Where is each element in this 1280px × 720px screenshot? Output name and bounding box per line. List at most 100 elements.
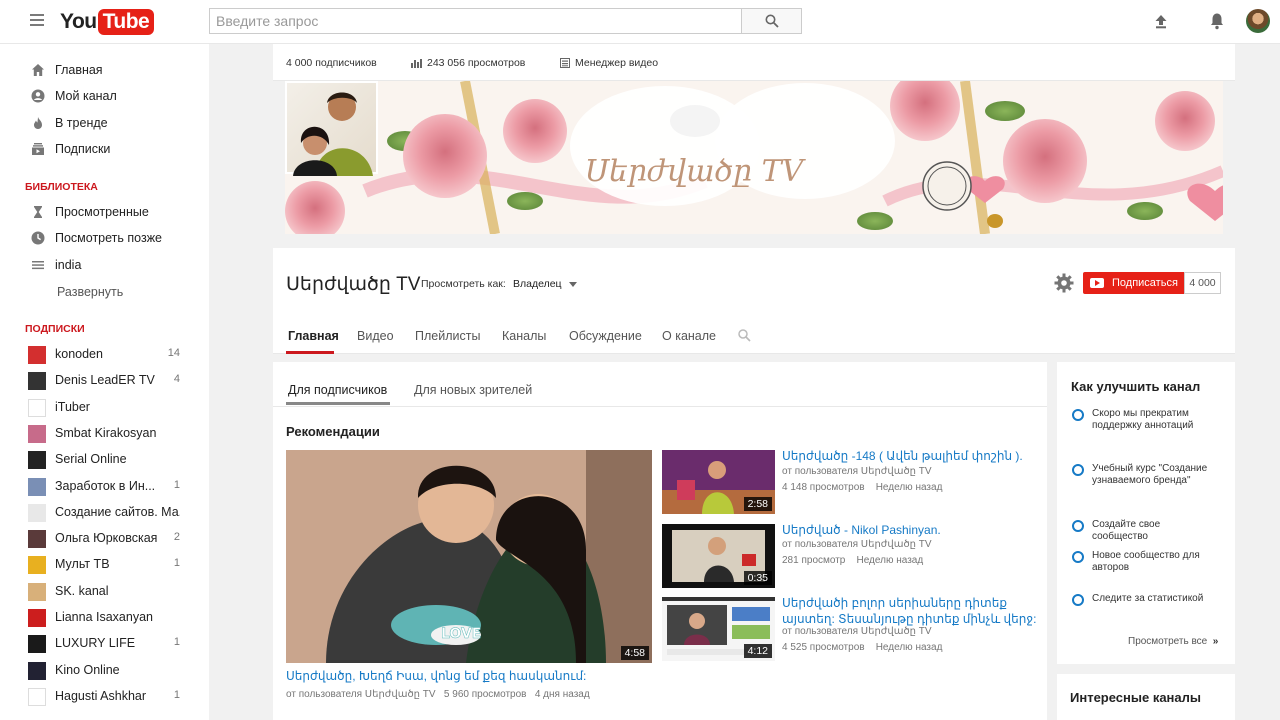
see-all-link[interactable]: Просмотреть все » — [1128, 636, 1218, 647]
subscription-item[interactable]: Ольга Юрковская 2 — [0, 525, 209, 551]
channel-thumbnail — [28, 661, 46, 680]
featured-video-thumbnail[interactable]: LOVE 4:58 — [286, 450, 652, 663]
sidebar-item-label: Главная — [55, 63, 103, 77]
tip-text: Создайте свое сообщество — [1092, 519, 1161, 543]
sidebar-item-my-channel[interactable]: Мой канал — [0, 83, 209, 109]
sidebar-item-trending[interactable]: В тренде — [0, 110, 209, 136]
subscription-item[interactable]: Hagusti Ashkhar 1 — [0, 683, 209, 709]
subscription-item[interactable]: Мульт ТВ 1 — [0, 551, 209, 577]
subscription-item[interactable]: Заработок в Ин... 1 — [0, 473, 209, 499]
notifications-button[interactable] — [1206, 10, 1228, 32]
interesting-channels-panel: Интересные каналы — [1057, 674, 1235, 720]
video-thumbnail[interactable]: 2:58 — [662, 450, 775, 514]
gear-icon[interactable] — [1053, 272, 1075, 294]
channel-banner: Սերժվածը TV — [285, 81, 1223, 234]
subscribe-label: Подписаться — [1112, 277, 1178, 289]
video-thumbnail[interactable]: 4:12 — [662, 597, 775, 661]
new-video-count: 14 — [167, 347, 180, 359]
video-manager-link[interactable]: Менеджер видео — [560, 57, 658, 69]
video-author[interactable]: от пользователя Սերժվածը TV — [286, 689, 436, 700]
subscription-name: Denis LeadER TV — [55, 373, 155, 388]
stats-icon — [411, 58, 422, 68]
tip-item[interactable]: Учебный курс "Создание узнаваемого бренд… — [1071, 463, 1231, 513]
subscription-item[interactable]: iTuber — [0, 394, 209, 420]
tab-playlists[interactable]: Плейлисты — [415, 329, 480, 343]
video-title[interactable]: Սերժվածի բոլոր սերիաները դիտեք այստեղ: Տ… — [782, 595, 1037, 627]
subscription-name: Мульт ТВ — [55, 557, 110, 572]
tip-item[interactable]: Следите за статистикой — [1071, 593, 1231, 619]
sidebar-item-history[interactable]: Просмотренные — [0, 199, 209, 225]
tab-discussion[interactable]: Обсуждение — [569, 329, 642, 343]
tip-item[interactable]: Новое сообщество для авторов — [1071, 550, 1231, 588]
subscription-item[interactable]: Serial Online — [0, 446, 209, 472]
sidebar: Главная Мой канал В тренде Подписки БИБЛ… — [0, 44, 209, 720]
subscription-name: Lianna Isaxanyan — [55, 610, 153, 624]
subscription-name: SK. kanal — [55, 583, 109, 598]
library-heading[interactable]: БИБЛИОТЕКА — [25, 181, 98, 193]
subscribe-button[interactable]: Подписаться — [1083, 272, 1184, 294]
channel-avatar[interactable] — [285, 81, 378, 176]
user-avatar[interactable] — [1246, 9, 1270, 33]
flame-icon — [34, 117, 42, 129]
video-stats: 4 148 просмотров Неделю назад — [782, 482, 943, 493]
subscription-item[interactable]: LUXURY LIFE 1 — [0, 630, 209, 656]
tip-item[interactable]: Скоро мы прекратим поддержку аннотаций — [1071, 408, 1231, 458]
subscription-item[interactable]: SK. kanal — [0, 578, 209, 604]
channel-thumbnail — [28, 372, 46, 391]
channel-stats-bar: 4 000 подписчиков 243 056 просмотров Мен… — [273, 44, 1235, 81]
tab-for-new-viewers[interactable]: Для новых зрителей — [414, 383, 532, 397]
subscription-item[interactable]: Smbat Kirakosyan — [0, 420, 209, 446]
subscription-item[interactable]: konoden 14 — [0, 341, 209, 367]
video-title[interactable]: Սերժվածը -148 ( Ավեն թալիեմ փոշին ). — [782, 448, 1037, 464]
expand-link[interactable]: Развернуть — [57, 285, 123, 299]
video-author[interactable]: от пользователя Սերժվածը TV — [782, 466, 932, 477]
tab-about[interactable]: О канале — [662, 329, 716, 343]
sidebar-item-home[interactable]: Главная — [0, 57, 209, 83]
channel-thumbnail — [28, 687, 46, 706]
tip-circle-icon — [1072, 464, 1084, 476]
video-thumbnail[interactable]: 0:35 — [662, 524, 775, 588]
search-button[interactable] — [741, 8, 802, 34]
video-author[interactable]: от пользователя Սերժվածը TV — [782, 626, 932, 637]
subscription-item[interactable]: Kino Online — [0, 657, 209, 683]
video-author[interactable]: от пользователя Սերժվածը TV — [782, 539, 932, 550]
channel-header: Սերժվածը TV Просмотреть как: Владелец По… — [273, 248, 1235, 354]
video-age: 4 дня назад — [534, 689, 590, 700]
search-input[interactable] — [210, 9, 741, 33]
subscription-name: Создание сайтов. Ма... — [55, 504, 180, 519]
channel-search-icon[interactable] — [738, 329, 751, 342]
channel-thumbnail — [28, 530, 46, 549]
youtube-logo[interactable]: You Tube — [60, 8, 155, 36]
featured-thumbnail-image: LOVE — [286, 450, 652, 663]
tab-channels[interactable]: Каналы — [502, 329, 546, 343]
tip-text: Учебный курс "Создание узнаваемого бренд… — [1092, 463, 1208, 487]
sidebar-item-watch-later[interactable]: Посмотреть позже — [0, 225, 209, 251]
tab-videos[interactable]: Видео — [357, 329, 394, 343]
video-title[interactable]: Սերժված - Nikol Pashinyan. — [782, 522, 1037, 538]
view-as-label: Просмотреть как: — [421, 278, 506, 290]
tip-text: Скоро мы прекратим поддержку аннотаций — [1092, 408, 1194, 432]
channel-thumbnail — [28, 451, 46, 470]
subscriptions-heading[interactable]: ПОДПИСКИ — [25, 323, 85, 335]
channel-thumbnail — [28, 424, 46, 443]
clock-icon — [31, 231, 45, 245]
video-views: 5 960 просмотров — [443, 689, 527, 700]
subscription-item[interactable]: Denis LeadER TV 4 — [0, 367, 209, 393]
tab-home[interactable]: Главная — [288, 329, 339, 343]
sidebar-item-playlist-india[interactable]: india — [0, 252, 209, 278]
channel-title[interactable]: Սերժվածը TV — [286, 273, 420, 296]
sidebar-item-subscriptions[interactable]: Подписки — [0, 136, 209, 162]
subscription-item[interactable]: Lianna Isaxanyan — [0, 604, 209, 630]
tip-circle-icon — [1072, 409, 1084, 421]
featured-video-meta: от пользователя Սերժվածը TV 5 960 просмо… — [286, 689, 590, 700]
featured-video-title[interactable]: Սերժվածը, Խեղճ Իսա, վոնց եմ քեզ հասկանու… — [286, 669, 586, 683]
tab-for-subscribers[interactable]: Для подписчиков — [288, 383, 387, 397]
channel-thumbnail — [28, 477, 46, 496]
view-as-dropdown[interactable]: Владелец — [513, 278, 577, 290]
view-count[interactable]: 243 056 просмотров — [411, 57, 525, 69]
subscription-item[interactable]: Создание сайтов. Ма... — [0, 499, 209, 525]
menu-icon[interactable] — [30, 14, 44, 26]
upload-button[interactable] — [1150, 10, 1172, 32]
channel-thumbnail — [28, 556, 46, 575]
tip-item[interactable]: Создайте свое сообщество — [1071, 519, 1231, 545]
